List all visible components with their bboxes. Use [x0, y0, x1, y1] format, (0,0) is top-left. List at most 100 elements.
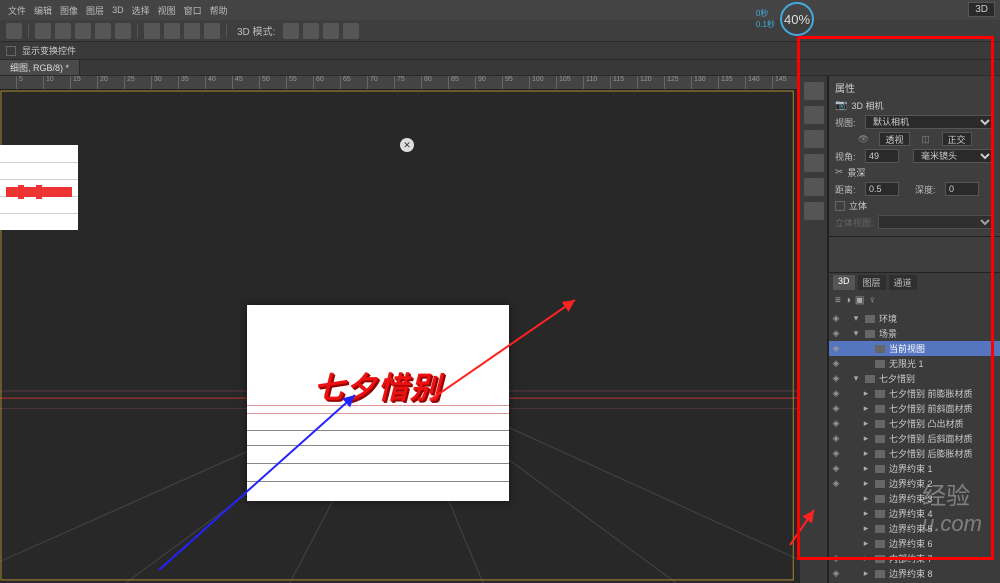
visibility-toggle-icon[interactable]: ◈: [829, 373, 843, 384]
layer-row[interactable]: ◈▸边界约束 1: [829, 461, 1000, 476]
tool-rotate-icon[interactable]: [55, 23, 71, 39]
secondary-artboard[interactable]: [0, 145, 78, 230]
3d-text-layer[interactable]: 七夕惜别: [314, 363, 442, 407]
tool-c-icon[interactable]: [184, 23, 200, 39]
layer-row[interactable]: ◈▸七夕惜别 前膨胀材质: [829, 386, 1000, 401]
dock-b-icon[interactable]: [804, 106, 824, 124]
visibility-toggle-icon[interactable]: ◈: [829, 388, 843, 399]
mode-pan-icon[interactable]: [303, 23, 319, 39]
tool-a-icon[interactable]: [144, 23, 160, 39]
visibility-toggle-icon[interactable]: ◈: [829, 358, 843, 369]
visibility-toggle-icon[interactable]: ◈: [829, 463, 843, 474]
disclosure-toggle-icon[interactable]: ▸: [861, 568, 871, 579]
workspace-switcher[interactable]: 3D: [968, 2, 995, 17]
depth-input[interactable]: [945, 182, 979, 196]
layer-row[interactable]: ◈▸边界约束 8: [829, 566, 1000, 581]
disclosure-toggle-icon[interactable]: ▸: [861, 553, 871, 564]
layer-row[interactable]: ◈▸七夕惜别 凸出材质: [829, 416, 1000, 431]
visibility-toggle-icon[interactable]: ◈: [829, 403, 843, 414]
tool-roll-icon[interactable]: [115, 23, 131, 39]
filter-light-icon[interactable]: ♀: [868, 295, 876, 306]
layer-tree[interactable]: ◈▾环境◈▾场景◈当前视图◈无限光 1◈▾七夕惜别◈▸七夕惜别 前膨胀材质◈▸七…: [829, 309, 1000, 583]
layer-row[interactable]: ◈▾七夕惜别: [829, 371, 1000, 386]
filter-mesh-icon[interactable]: ▣: [855, 295, 864, 306]
disclosure-toggle-icon[interactable]: ▸: [861, 388, 871, 399]
filter-all-icon[interactable]: ≡: [835, 295, 841, 306]
dock-c-icon[interactable]: [804, 130, 824, 148]
menu-file[interactable]: 文件: [8, 4, 26, 17]
fov-unit-select[interactable]: 毫米镜头: [913, 149, 994, 163]
visibility-toggle-icon[interactable]: ◈: [829, 478, 843, 489]
menu-3d[interactable]: 3D: [112, 5, 124, 15]
layer-row[interactable]: ▸边界约束 4: [829, 506, 1000, 521]
mode-camera-icon[interactable]: [343, 23, 359, 39]
menu-select[interactable]: 选择: [132, 4, 150, 17]
visibility-toggle-icon[interactable]: ◈: [829, 418, 843, 429]
disclosure-toggle-icon[interactable]: ▸: [861, 463, 871, 474]
ortho-button[interactable]: 正交: [942, 132, 972, 146]
tab-layers[interactable]: 图层: [858, 275, 886, 290]
tab-channels[interactable]: 通道: [889, 275, 917, 290]
viewport-3d[interactable]: ✕ 七夕惜别: [0, 90, 800, 583]
dock-d-icon[interactable]: [804, 154, 824, 172]
layer-row[interactable]: ◈▾场景: [829, 326, 1000, 341]
layer-row[interactable]: ◈▸边界约束 2: [829, 476, 1000, 491]
disclosure-toggle-icon[interactable]: ▸: [861, 523, 871, 534]
visibility-toggle-icon[interactable]: ◈: [829, 328, 843, 339]
tab-3d[interactable]: 3D: [833, 275, 855, 290]
visibility-toggle-icon[interactable]: ◈: [829, 568, 843, 579]
document-tab[interactable]: 细图, RGB/8) *: [0, 60, 80, 75]
layer-row[interactable]: ◈▸内部约束 7: [829, 551, 1000, 566]
dock-f-icon[interactable]: [804, 202, 824, 220]
filter-env-icon[interactable]: ◑: [845, 295, 851, 306]
stereo-checkbox[interactable]: [835, 201, 845, 211]
layer-row[interactable]: ◈无限光 1: [829, 356, 1000, 371]
transform-controls-checkbox[interactable]: [6, 46, 16, 56]
layer-row[interactable]: ◈当前视图: [829, 341, 1000, 356]
tool-scale-icon[interactable]: [95, 23, 111, 39]
disclosure-toggle-icon[interactable]: ▸: [861, 418, 871, 429]
disclosure-toggle-icon[interactable]: ▸: [861, 478, 871, 489]
disclosure-toggle-icon[interactable]: ▸: [861, 433, 871, 444]
layer-row[interactable]: ▸边界约束 5: [829, 521, 1000, 536]
menu-help[interactable]: 帮助: [210, 4, 228, 17]
dock-e-icon[interactable]: [804, 178, 824, 196]
menu-view[interactable]: 视图: [158, 4, 176, 17]
layer-row[interactable]: ▸边界约束 3: [829, 491, 1000, 506]
layer-row[interactable]: ◈▸七夕惜别 前斜面材质: [829, 401, 1000, 416]
visibility-toggle-icon[interactable]: ◈: [829, 343, 843, 354]
menu-window[interactable]: 窗口: [184, 4, 202, 17]
visibility-toggle-icon[interactable]: ◈: [829, 313, 843, 324]
view-select[interactable]: 默认相机: [865, 115, 994, 129]
pivot-widget-icon[interactable]: ✕: [400, 138, 414, 152]
dock-a-icon[interactable]: [804, 82, 824, 100]
visibility-toggle-icon[interactable]: ◈: [829, 553, 843, 564]
menu-image[interactable]: 图像: [60, 4, 78, 17]
layer-row[interactable]: ◈▾环境: [829, 311, 1000, 326]
layer-row[interactable]: ◈▸七夕惜别 后膨胀材质: [829, 446, 1000, 461]
tool-drag-icon[interactable]: [75, 23, 91, 39]
tool-move-icon[interactable]: [35, 23, 51, 39]
tool-b-icon[interactable]: [164, 23, 180, 39]
perspective-button[interactable]: 透视: [879, 132, 909, 146]
fov-input[interactable]: [865, 149, 899, 163]
layer-row[interactable]: ▸边界约束 6: [829, 536, 1000, 551]
distance-input[interactable]: [865, 182, 899, 196]
visibility-toggle-icon[interactable]: ◈: [829, 448, 843, 459]
disclosure-toggle-icon[interactable]: ▸: [861, 538, 871, 549]
tool-d-icon[interactable]: [204, 23, 220, 39]
disclosure-toggle-icon[interactable]: ▾: [851, 313, 861, 324]
disclosure-toggle-icon[interactable]: ▸: [861, 493, 871, 504]
visibility-toggle-icon[interactable]: ◈: [829, 433, 843, 444]
mode-zoom-icon[interactable]: [323, 23, 339, 39]
disclosure-toggle-icon[interactable]: ▸: [861, 448, 871, 459]
menu-layer[interactable]: 图层: [86, 4, 104, 17]
mode-orbit-icon[interactable]: [283, 23, 299, 39]
disclosure-toggle-icon[interactable]: ▸: [861, 403, 871, 414]
tool-home-icon[interactable]: [6, 23, 22, 39]
layer-row[interactable]: ◈▸七夕惜别 后斜面材质: [829, 431, 1000, 446]
disclosure-toggle-icon[interactable]: ▾: [851, 373, 861, 384]
menu-edit[interactable]: 编辑: [34, 4, 52, 17]
disclosure-toggle-icon[interactable]: ▾: [851, 328, 861, 339]
disclosure-toggle-icon[interactable]: ▸: [861, 508, 871, 519]
